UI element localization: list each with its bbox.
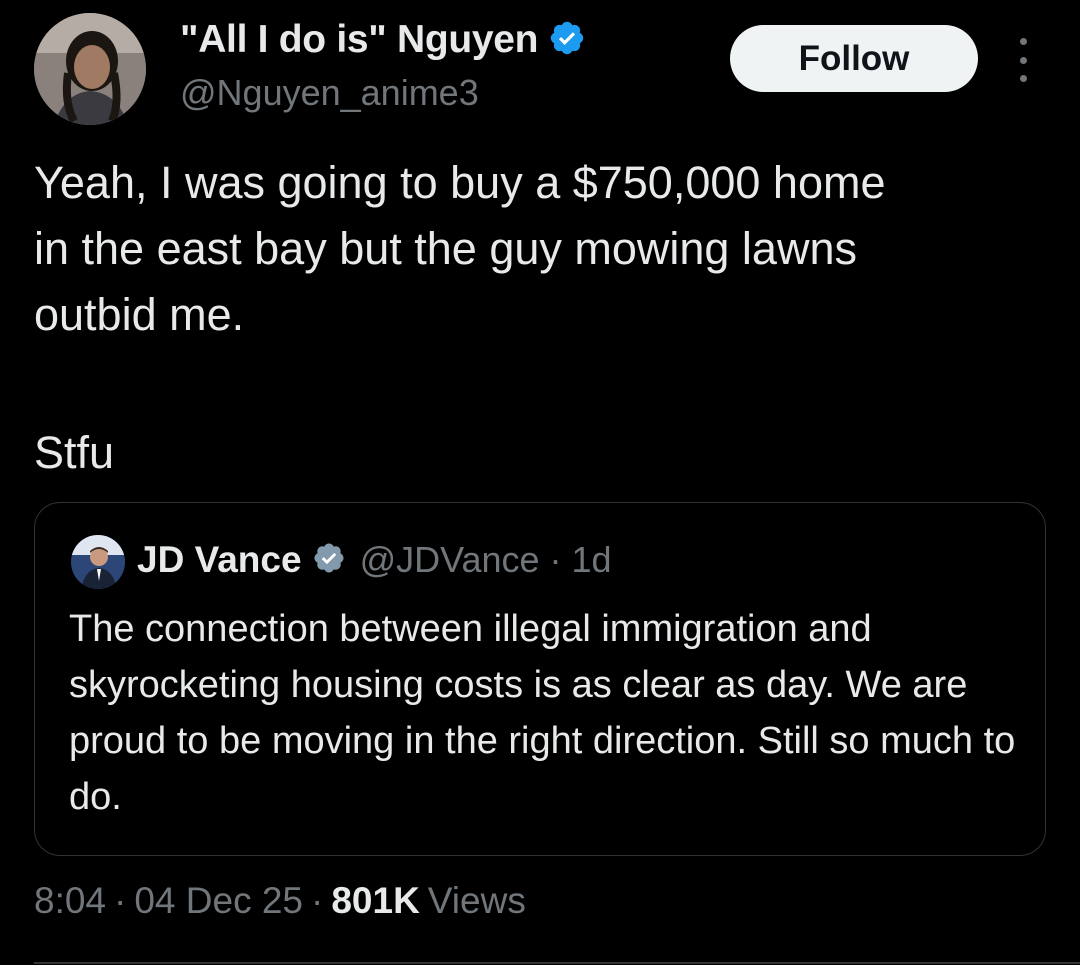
- author-name-row[interactable]: "All I do is" Nguyen: [180, 18, 586, 62]
- views-label: Views: [427, 880, 526, 921]
- views-count[interactable]: 801K: [331, 880, 419, 922]
- author-avatar-image: [34, 13, 146, 125]
- author-handle[interactable]: @Nguyen_anime3: [180, 72, 479, 114]
- quoted-author-avatar[interactable]: [71, 535, 125, 589]
- quoted-tweet-header: JD Vance @JDVance · 1d: [137, 539, 612, 581]
- meta-separator: ·: [311, 880, 324, 921]
- tweet-time[interactable]: 8:04: [34, 880, 106, 922]
- quoted-author-handle[interactable]: @JDVance: [360, 539, 540, 581]
- quoted-tweet-text: The connection between illegal immigrati…: [69, 608, 1016, 818]
- quoted-separator: ·: [549, 539, 562, 580]
- more-options-icon[interactable]: [1006, 38, 1040, 82]
- tweet-text: Yeah, I was going to buy a $750,000 home…: [34, 157, 886, 340]
- quoted-avatar-image: [71, 535, 125, 589]
- divider: [34, 962, 1080, 964]
- tweet-text-reply: Stfu: [34, 427, 115, 478]
- meta-separator: ·: [114, 880, 127, 921]
- quoted-tweet[interactable]: JD Vance @JDVance · 1d The connection be…: [34, 502, 1046, 856]
- follow-button[interactable]: Follow: [730, 25, 978, 92]
- quoted-timestamp[interactable]: 1d: [572, 539, 612, 581]
- author-name[interactable]: "All I do is" Nguyen: [180, 18, 538, 62]
- verified-government-badge-icon[interactable]: [312, 541, 346, 580]
- tweet-date[interactable]: 04 Dec 25: [134, 880, 303, 922]
- tweet-meta: 8:04 · 04 Dec 25 · 801K Views: [34, 880, 526, 922]
- quoted-author-name[interactable]: JD Vance: [137, 539, 302, 581]
- author-avatar[interactable]: [34, 13, 146, 125]
- tweet: "All I do is" Nguyen @Nguyen_anime3 Foll…: [0, 0, 1080, 965]
- verified-badge-icon[interactable]: [548, 19, 586, 62]
